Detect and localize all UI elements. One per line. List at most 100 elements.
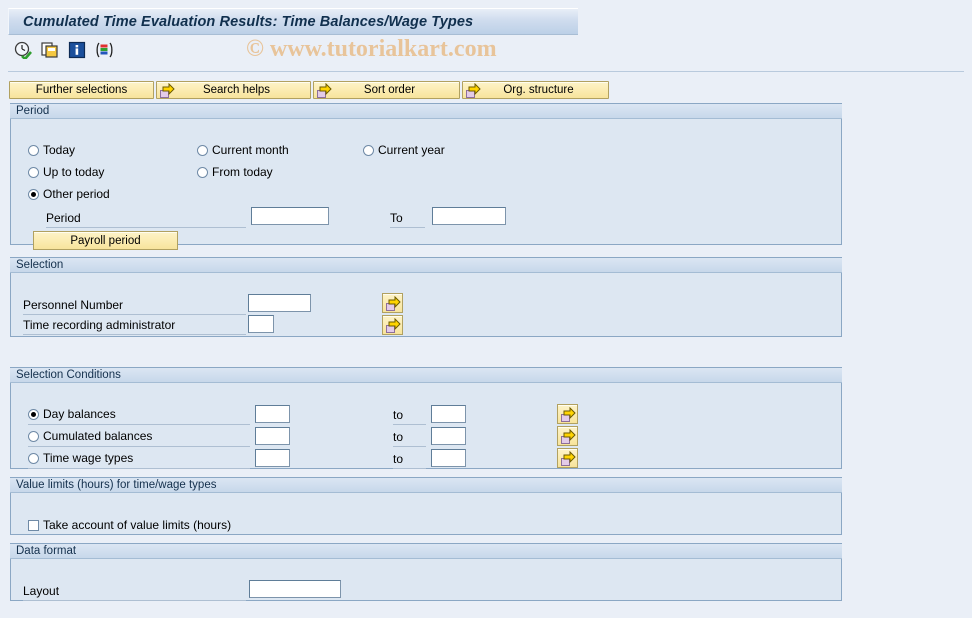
period-from-input[interactable]	[251, 207, 329, 225]
search-helps-button[interactable]: Search helps	[156, 81, 311, 99]
radio-current-year[interactable]: Current year	[363, 143, 445, 157]
time-wage-types-to-underline	[393, 468, 426, 469]
day-balances-underline	[28, 424, 250, 425]
payroll-period-button[interactable]: Payroll period	[33, 231, 178, 250]
radio-cumulated-balances-label: Cumulated balances	[43, 429, 153, 443]
further-selections-label: Further selections	[35, 84, 128, 96]
time-recording-administrator-label: Time recording administrator	[23, 318, 176, 332]
time-wage-types-from-input[interactable]	[255, 449, 290, 467]
radio-cumulated-balances[interactable]: Cumulated balances	[28, 429, 152, 443]
radio-current-month-label: Current month	[212, 143, 289, 157]
selection-conditions-group-title: Selection Conditions	[10, 367, 842, 383]
radio-today[interactable]: Today	[28, 143, 75, 157]
copy-variant-icon[interactable]	[41, 41, 59, 59]
time-recording-administrator-multi-select-button[interactable]	[382, 315, 403, 335]
org-structure-label: Org. structure	[503, 84, 574, 96]
day-balances-from-input[interactable]	[255, 405, 290, 423]
time-wage-types-multi-select-button[interactable]	[557, 448, 578, 468]
period-to-underline	[390, 227, 425, 228]
multiple-selection-icon[interactable]	[95, 41, 113, 59]
value-limits-group-title: Value limits (hours) for time/wage types	[10, 477, 842, 493]
org-structure-button[interactable]: Org. structure	[462, 81, 609, 99]
arrow-right-icon	[385, 295, 401, 311]
layout-label: Layout	[23, 584, 60, 598]
period-to-input[interactable]	[432, 207, 506, 225]
info-icon[interactable]	[68, 41, 86, 59]
radio-dot	[197, 144, 208, 156]
personnel-number-multi-select-button[interactable]	[382, 293, 403, 313]
day-balances-multi-select-button[interactable]	[557, 404, 578, 424]
selection-group-title: Selection	[10, 257, 842, 273]
time-recording-administrator-underline	[23, 334, 246, 335]
selection-conditions-group: Selection Conditions Day balances to Cum…	[10, 367, 842, 469]
arrow-right-icon	[560, 406, 576, 422]
personnel-number-input[interactable]	[248, 294, 311, 312]
toolbar-icon-group	[14, 41, 113, 61]
radio-dot	[197, 166, 208, 178]
sort-order-button[interactable]: Sort order	[313, 81, 460, 99]
search-helps-label: Search helps	[202, 84, 271, 96]
radio-day-balances[interactable]: Day balances	[28, 407, 116, 421]
radio-dot	[28, 430, 39, 442]
radio-up-to-today[interactable]: Up to today	[28, 165, 104, 179]
layout-input[interactable]	[249, 580, 341, 598]
selection-action-buttons: Further selections Search helps Sort ord…	[9, 81, 609, 99]
take-account-of-value-limits-checkbox[interactable]: Take account of value limits (hours)	[28, 518, 231, 532]
cumulated-balances-to-underline	[393, 446, 426, 447]
data-format-group-title: Data format	[10, 543, 842, 559]
layout-underline	[23, 600, 246, 601]
arrow-right-icon	[316, 82, 332, 98]
radio-other-period[interactable]: Other period	[28, 187, 110, 201]
time-wage-types-to-input[interactable]	[431, 449, 466, 467]
radio-current-month[interactable]: Current month	[197, 143, 289, 157]
cumulated-balances-multi-select-button[interactable]	[557, 426, 578, 446]
window-title-bar: Cumulated Time Evaluation Results: Time …	[8, 8, 578, 35]
checkbox-box	[28, 519, 39, 531]
data-format-group: Data format Layout	[10, 543, 842, 601]
personnel-number-underline	[23, 314, 246, 315]
radio-dot	[28, 408, 39, 420]
cumulated-balances-to-label: to	[393, 430, 404, 444]
arrow-right-icon	[560, 428, 576, 444]
day-balances-to-input[interactable]	[431, 405, 466, 423]
arrow-right-icon	[159, 82, 175, 98]
radio-from-today-label: From today	[212, 165, 273, 179]
time-recording-administrator-input[interactable]	[248, 315, 274, 333]
time-wage-types-to-label: to	[393, 452, 404, 466]
period-field-label: Period	[46, 211, 81, 225]
take-account-of-value-limits-label: Take account of value limits (hours)	[43, 518, 232, 532]
period-label-underline	[46, 227, 246, 228]
selection-group: Selection Personnel Number Time recordin…	[10, 257, 842, 337]
day-balances-to-label: to	[393, 408, 404, 422]
radio-current-year-label: Current year	[378, 143, 445, 157]
execute-clock-icon[interactable]	[14, 41, 32, 61]
period-to-label: To	[390, 211, 403, 225]
arrow-right-icon	[465, 82, 481, 98]
radio-dot	[28, 144, 39, 156]
day-balances-to-underline	[393, 424, 426, 425]
time-wage-types-underline	[28, 468, 250, 469]
cumulated-balances-to-input[interactable]	[431, 427, 466, 445]
radio-up-to-today-label: Up to today	[43, 165, 105, 179]
cumulated-balances-from-input[interactable]	[255, 427, 290, 445]
period-group: Period Today Current month Current year …	[10, 103, 842, 250]
radio-time-wage-types[interactable]: Time wage types	[28, 451, 133, 465]
radio-today-label: Today	[43, 143, 76, 157]
page-title: Cumulated Time Evaluation Results: Time …	[23, 13, 474, 30]
cumulated-balances-underline	[28, 446, 250, 447]
radio-dot	[363, 144, 374, 156]
radio-dot	[28, 452, 39, 464]
radio-other-period-label: Other period	[43, 187, 110, 201]
arrow-right-icon	[385, 317, 401, 333]
radio-dot	[28, 188, 39, 200]
personnel-number-label: Personnel Number	[23, 298, 124, 312]
radio-from-today[interactable]: From today	[197, 165, 273, 179]
payroll-period-label: Payroll period	[70, 234, 141, 247]
sort-order-label: Sort order	[363, 84, 416, 96]
arrow-right-icon	[560, 450, 576, 466]
site-watermark: © www.tutorialkart.com	[246, 36, 497, 62]
radio-dot	[28, 166, 39, 178]
value-limits-group: Value limits (hours) for time/wage types…	[10, 477, 842, 535]
further-selections-button[interactable]: Further selections	[9, 81, 154, 99]
period-group-title: Period	[10, 103, 842, 119]
